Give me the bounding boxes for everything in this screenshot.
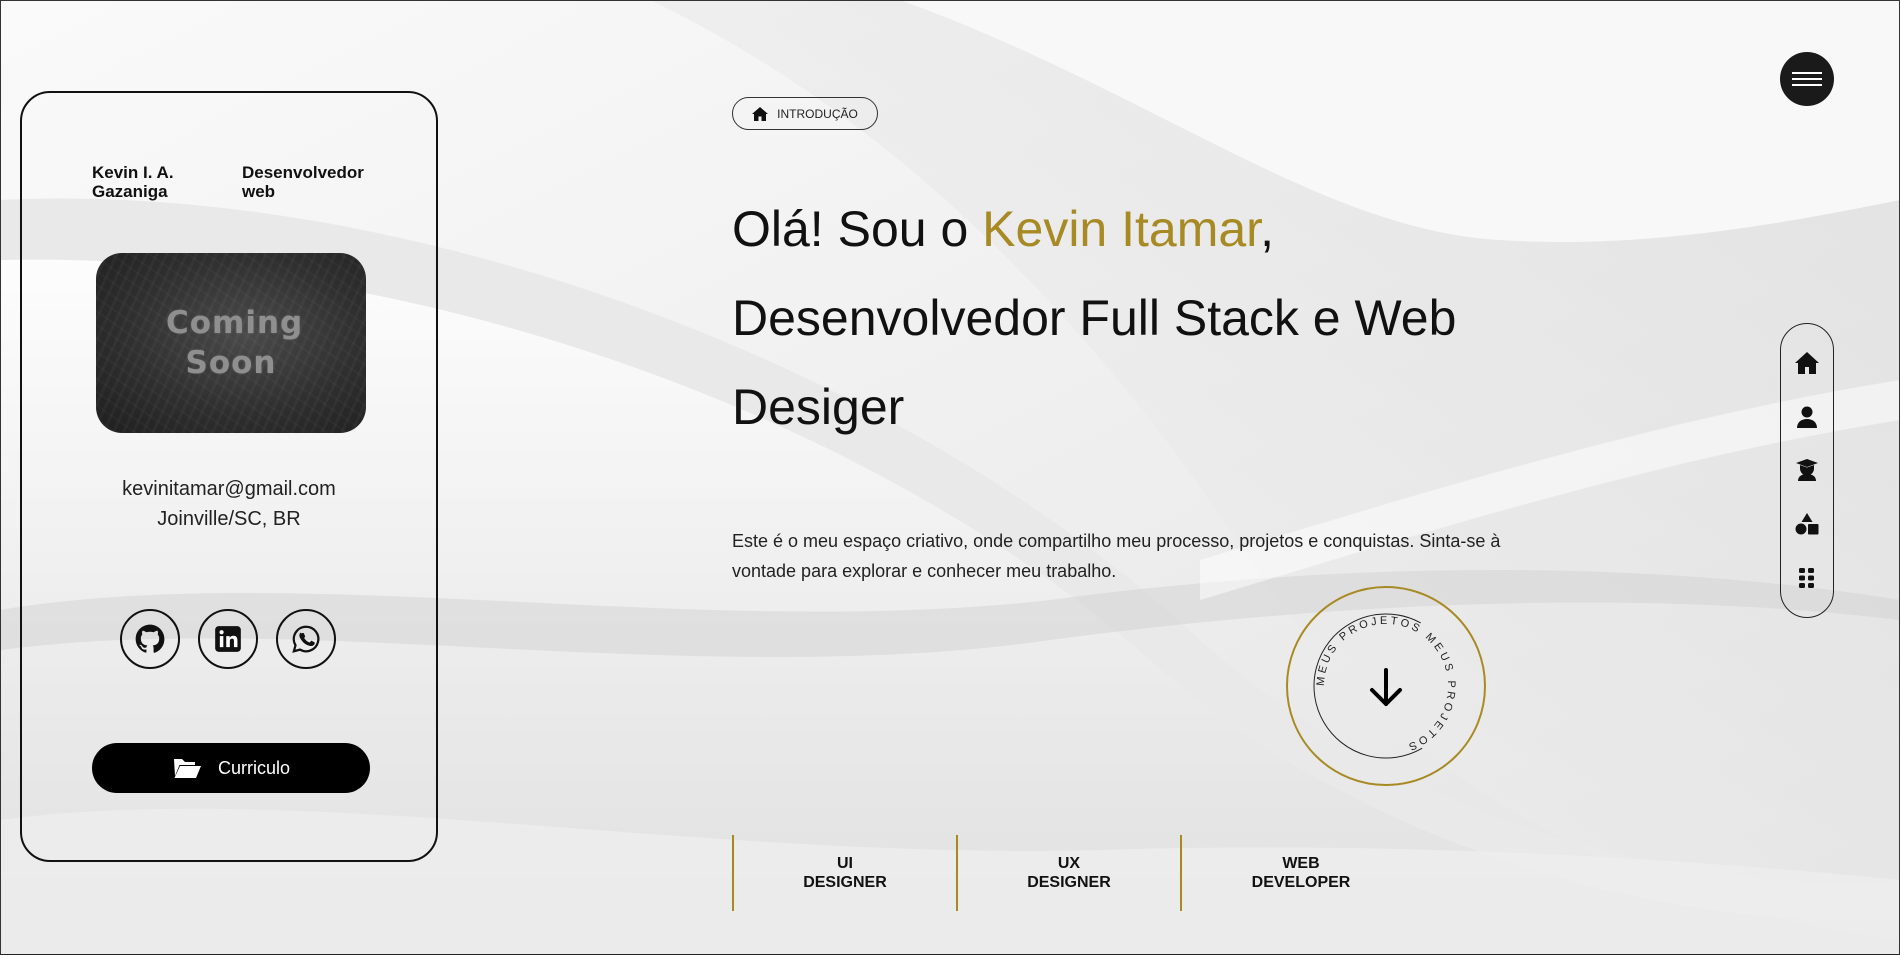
skill-line-2: DESIGNER (803, 874, 887, 891)
side-navigation (1780, 323, 1834, 618)
profile-role: Desenvolvedor web (242, 163, 364, 201)
skill-ui-designer: UI DESIGNER (732, 835, 956, 911)
section-badge: INTRODUÇÃO (732, 97, 878, 130)
headline-line-1: Olá! Sou o Kevin Itamar, (732, 185, 1612, 274)
skill-line-2: DESIGNER (1027, 874, 1111, 891)
photo-placeholder-text: Coming Soon (166, 305, 304, 381)
hamburger-menu-icon (1792, 72, 1822, 86)
nav-item-skills[interactable] (1787, 504, 1827, 544)
skill-ux-designer: UX DESIGNER (956, 835, 1180, 911)
linkedin-icon (215, 626, 241, 652)
skill-line-1: UI (836, 855, 853, 872)
user-icon (1797, 406, 1817, 428)
shapes-icon (1795, 513, 1819, 535)
menu-button[interactable] (1780, 52, 1834, 106)
headline-line-3: Desiger (732, 379, 905, 435)
cv-button[interactable]: Curriculo (92, 743, 370, 793)
home-icon (752, 106, 769, 121)
profile-name: Kevin I. A. Gazaniga (92, 163, 174, 201)
cv-button-label: Curriculo (217, 757, 291, 778)
headline-name: Kevin Itamar (982, 201, 1261, 257)
headline-suffix: , (1260, 201, 1274, 257)
nav-item-projects[interactable] (1787, 558, 1827, 598)
skill-line-2: DEVELOPER (1251, 874, 1351, 891)
folder-open-icon (173, 759, 201, 778)
skill-line-1: WEB (1282, 855, 1320, 872)
social-links (120, 609, 336, 669)
github-link[interactable] (120, 609, 180, 669)
skills-list: UI DESIGNER UX DESIGNER WEB DEVELOPER (732, 835, 1420, 911)
headline-line-2: Desenvolvedor Full Stack e Web (732, 290, 1457, 346)
projects-circle-graphic: MEUS PROJETOS MEUS PROJETOS (1286, 586, 1486, 786)
intro-description: Este é o meu espaço criativo, onde compa… (732, 531, 1501, 581)
arrow-down-icon (1370, 668, 1402, 706)
profile-card: Kevin I. A. Gazaniga Desenvolvedor web C… (20, 91, 438, 862)
nav-item-about[interactable] (1787, 397, 1827, 437)
profile-location: Joinville/SC, BR (157, 508, 301, 530)
projects-circle-button[interactable]: MEUS PROJETOS MEUS PROJETOS (1286, 586, 1486, 786)
whatsapp-link[interactable] (276, 609, 336, 669)
github-icon (135, 624, 165, 653)
section-badge-label: INTRODUÇÃO (777, 106, 858, 121)
profile-photo: Coming Soon (96, 253, 366, 433)
headline-prefix: Olá! Sou o (732, 201, 983, 257)
whatsapp-icon (292, 625, 320, 653)
hero-headline: Olá! Sou o Kevin Itamar, Desenvolvedor F… (732, 185, 1612, 452)
nav-item-education[interactable] (1787, 450, 1827, 490)
profile-header: Kevin I. A. Gazaniga Desenvolvedor web (92, 163, 392, 201)
profile-email: kevinitamar@gmail.com (122, 478, 336, 500)
home-icon (1795, 351, 1819, 374)
skill-line-1: UX (1057, 855, 1081, 872)
graduation-icon (1796, 459, 1818, 482)
skill-web-developer: WEB DEVELOPER (1180, 835, 1420, 911)
linkedin-link[interactable] (198, 609, 258, 669)
grid-icon (1799, 568, 1814, 589)
nav-item-home[interactable] (1787, 343, 1827, 383)
